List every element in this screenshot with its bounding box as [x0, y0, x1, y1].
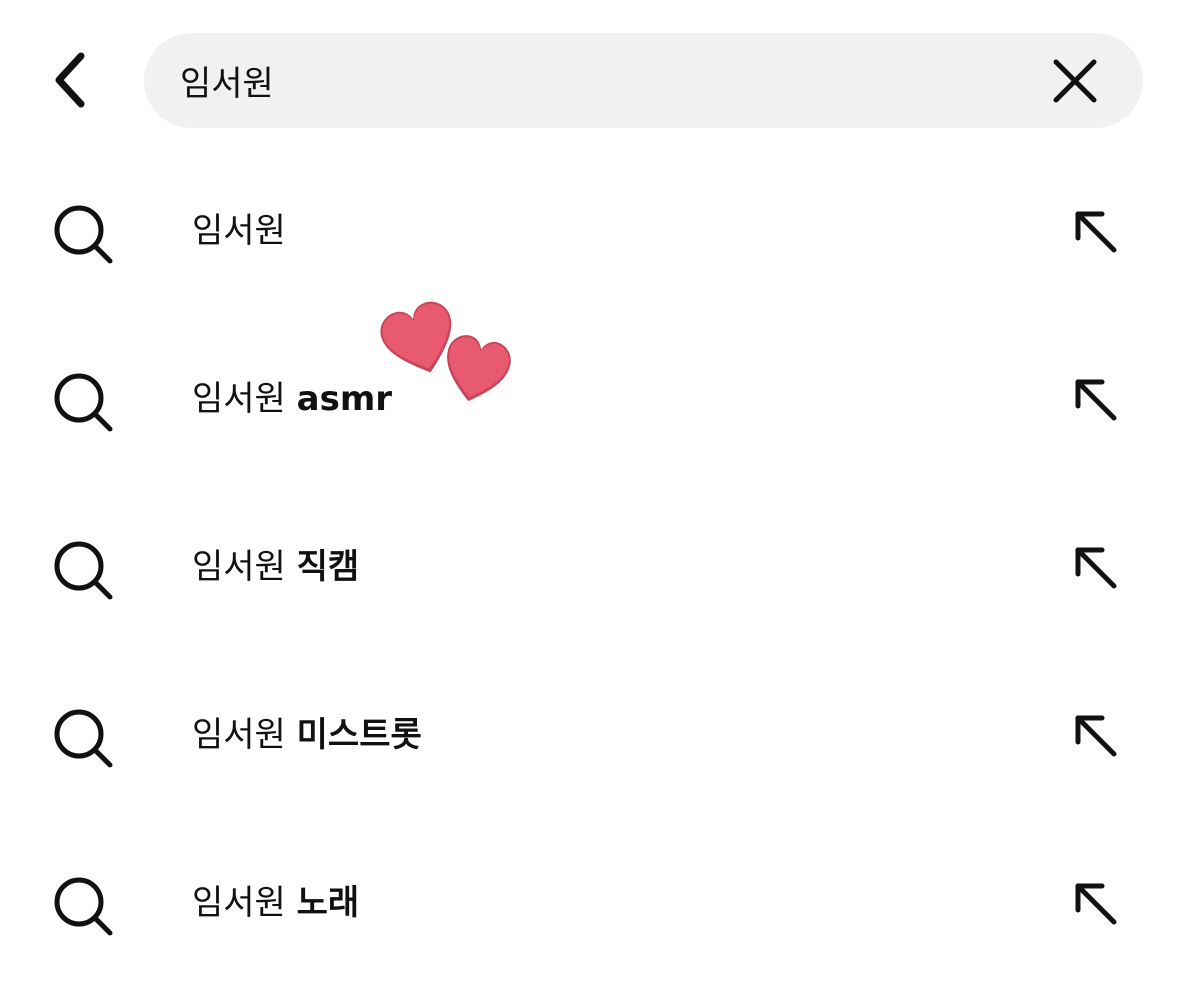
search-icon — [54, 709, 113, 768]
arrow-up-left-icon[interactable] — [1066, 538, 1122, 594]
arrow-up-left-icon[interactable] — [1066, 706, 1122, 762]
search-icon — [54, 205, 113, 264]
suggestion-text: 임서원 asmr — [192, 315, 392, 483]
search-icon — [54, 373, 113, 432]
suggestion-list: 임서원 임서원 asmr 임서원 직캠 임서원 미스트롯 임서원 노래 — [0, 147, 1178, 987]
arrow-up-left-icon[interactable] — [1066, 874, 1122, 930]
suggestion-query: 임서원 — [192, 547, 286, 587]
suggestion-suffix: 노래 — [296, 883, 360, 923]
chevron-left-icon — [55, 52, 85, 108]
search-input[interactable] — [180, 33, 1000, 128]
search-bar[interactable] — [144, 33, 1143, 128]
back-button[interactable] — [36, 40, 106, 120]
search-icon — [54, 541, 113, 600]
suggestion-row[interactable]: 임서원 — [0, 147, 1178, 315]
arrow-up-left-icon[interactable] — [1066, 202, 1122, 258]
suggestion-query: 임서원 — [192, 211, 286, 251]
suggestion-text: 임서원 직캠 — [192, 483, 359, 651]
suggestion-row[interactable]: 임서원 asmr — [0, 315, 1178, 483]
clear-search-button[interactable] — [1047, 53, 1103, 109]
close-icon — [1053, 59, 1097, 103]
suggestion-text: 임서원 미스트롯 — [192, 651, 422, 819]
suggestion-row[interactable]: 임서원 노래 — [0, 819, 1178, 987]
arrow-up-left-icon[interactable] — [1066, 370, 1122, 426]
suggestion-row[interactable]: 임서원 미스트롯 — [0, 651, 1178, 819]
search-icon — [54, 877, 113, 936]
suggestion-query: 임서원 — [192, 379, 286, 419]
suggestion-text: 임서원 — [192, 147, 286, 315]
suggestion-suffix: asmr — [296, 379, 393, 419]
suggestion-query: 임서원 — [192, 883, 286, 923]
suggestion-suffix: 직캠 — [296, 547, 360, 587]
suggestion-query: 임서원 — [192, 715, 286, 755]
suggestion-suffix: 미스트롯 — [296, 715, 422, 755]
suggestion-row[interactable]: 임서원 직캠 — [0, 483, 1178, 651]
suggestion-text: 임서원 노래 — [192, 819, 359, 987]
